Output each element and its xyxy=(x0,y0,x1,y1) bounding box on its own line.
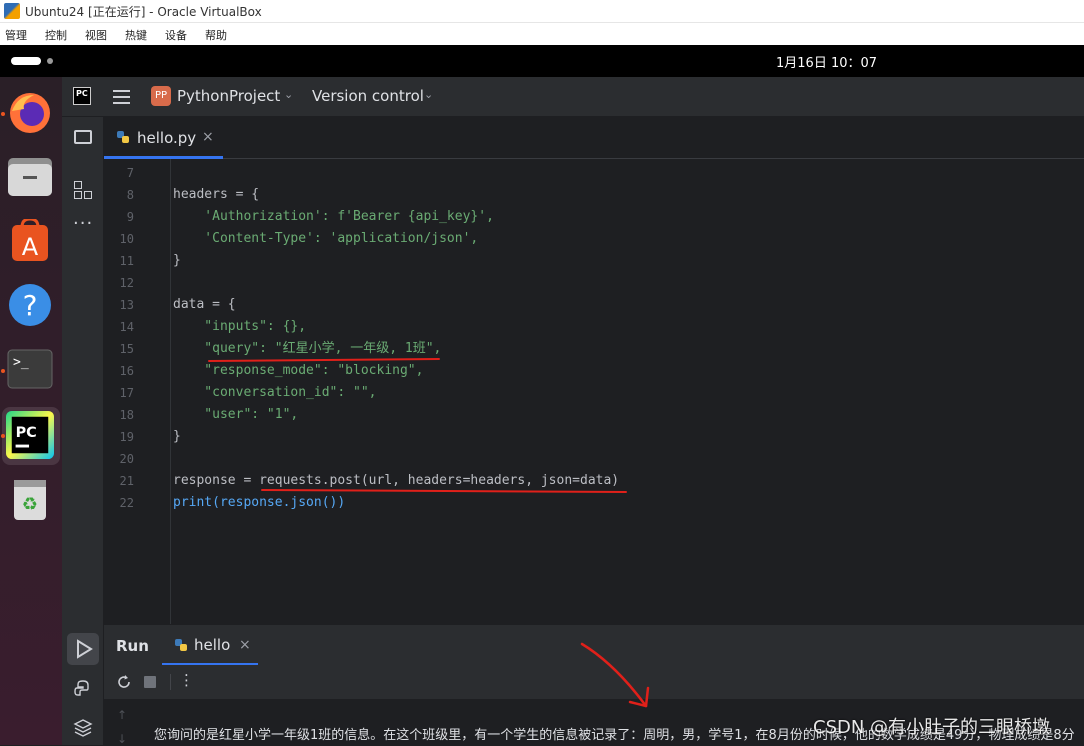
running-indicator xyxy=(1,434,5,438)
project-name[interactable]: PythonProject xyxy=(177,87,280,105)
tab-label: hello.py xyxy=(137,129,197,147)
ubuntu-dock: A ? >_ PC ♻ xyxy=(0,77,62,745)
vbox-title-bar: Ubuntu24 [正在运行] - Oracle VirtualBox xyxy=(0,0,1084,23)
close-icon[interactable]: × xyxy=(202,129,214,145)
python-file-icon xyxy=(175,639,187,651)
folder-icon[interactable] xyxy=(74,130,92,144)
ide-main-toolbar: PC PP PythonProject ⌄ Version control ⌄ xyxy=(62,77,1084,117)
tab-hello-py[interactable]: hello.py × xyxy=(104,117,223,159)
more-tools-icon[interactable]: ··· xyxy=(73,213,93,234)
hamburger-menu-icon[interactable] xyxy=(113,88,130,105)
help-icon[interactable]: ? xyxy=(6,281,54,329)
chevron-down-icon[interactable]: ⌄ xyxy=(284,88,293,101)
python-console-icon[interactable] xyxy=(73,679,93,699)
running-indicator xyxy=(1,369,5,373)
workspace-indicator-active[interactable] xyxy=(11,57,41,65)
code-editor[interactable]: 7 8 headers = { 9 'Authorization': f'Bear… xyxy=(104,159,1084,624)
vbox-menu-bar: 管理 控制 视图 热键 设备 帮助 xyxy=(0,23,1084,45)
svg-text:PC: PC xyxy=(16,425,37,441)
virtualbox-logo-icon xyxy=(4,3,20,19)
svg-text:?: ? xyxy=(23,289,38,322)
close-icon[interactable]: × xyxy=(239,637,251,653)
layers-icon[interactable] xyxy=(73,718,93,738)
run-title: Run xyxy=(116,637,149,655)
editor-tab-bar: hello.py × xyxy=(104,117,1084,159)
python-file-icon xyxy=(117,131,129,143)
pycharm-icon[interactable]: PC xyxy=(6,411,54,459)
clock[interactable]: 1月16日 10：07 xyxy=(776,52,877,71)
menu-devices[interactable]: 设备 xyxy=(165,27,187,43)
run-tool-icon[interactable] xyxy=(67,633,99,665)
pycharm-logo-icon: PC xyxy=(73,87,91,105)
terminal-icon[interactable]: >_ xyxy=(6,345,54,393)
stop-icon[interactable] xyxy=(144,676,156,688)
svg-text:>_: >_ xyxy=(13,355,29,370)
menu-manage[interactable]: 管理 xyxy=(5,27,27,43)
files-icon[interactable] xyxy=(6,153,54,201)
version-control-menu[interactable]: Version control xyxy=(312,87,424,105)
tab-run-hello[interactable]: hello × xyxy=(162,625,258,666)
svg-text:♻: ♻ xyxy=(22,494,38,515)
menu-control[interactable]: 控制 xyxy=(45,27,67,43)
toolbar-divider xyxy=(170,674,171,690)
svg-text:A: A xyxy=(22,233,39,261)
app-center-icon[interactable]: A xyxy=(6,217,54,265)
project-badge[interactable]: PP xyxy=(151,86,171,106)
menu-help[interactable]: 帮助 xyxy=(205,27,227,43)
firefox-icon[interactable] xyxy=(6,89,54,137)
trash-icon[interactable]: ♻ xyxy=(6,475,54,523)
ide-tool-strip: ··· xyxy=(62,117,104,745)
gutter-divider xyxy=(170,159,171,624)
running-indicator xyxy=(1,112,5,116)
scroll-up-icon[interactable]: ↑ xyxy=(117,708,127,722)
more-options-icon[interactable]: ⋮ xyxy=(179,671,194,689)
workspace-indicator-dot[interactable] xyxy=(47,58,53,64)
structure-icon[interactable] xyxy=(74,181,92,199)
menu-view[interactable]: 视图 xyxy=(85,27,107,43)
ubuntu-top-bar: 1月16日 10：07 xyxy=(0,45,1084,77)
menu-hotkey[interactable]: 热键 xyxy=(125,27,147,43)
chevron-down-icon[interactable]: ⌄ xyxy=(424,88,433,101)
watermark: CSDN @有小肚子的三眼桥墩 xyxy=(813,717,1051,738)
rerun-icon[interactable] xyxy=(116,674,132,690)
window-title: Ubuntu24 [正在运行] - Oracle VirtualBox xyxy=(25,5,262,19)
run-tab-label: hello xyxy=(194,636,231,654)
annotation-arrow xyxy=(580,642,650,708)
scroll-down-icon[interactable]: ↓ xyxy=(117,732,127,746)
